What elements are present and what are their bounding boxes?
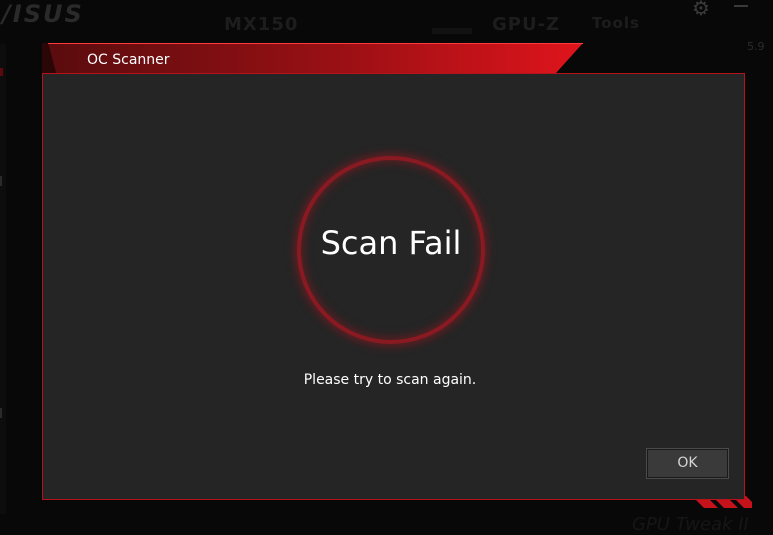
bg-nav-tools: Tools	[592, 14, 640, 32]
ok-button[interactable]: OK	[646, 448, 729, 479]
bg-gpu-name: MX150	[224, 14, 299, 35]
bg-left-mark	[0, 176, 2, 186]
scan-result-text: Scan Fail	[320, 224, 462, 262]
bg-right-number: 5.9	[747, 40, 765, 53]
dialog-title: OC Scanner	[87, 52, 170, 68]
bg-left-mark	[0, 68, 3, 76]
bg-corner-text: GPU Tweak II	[632, 514, 749, 535]
minimize-icon	[734, 5, 748, 7]
bg-nav-gpuz: GPU-Z	[492, 14, 561, 35]
gear-icon: ⚙	[692, 0, 710, 20]
bg-left-strip	[0, 44, 6, 514]
bg-nav-tab-placeholder	[432, 28, 472, 34]
bg-left-mark	[0, 408, 2, 418]
asus-logo: /ISUS	[2, 0, 84, 28]
scan-message: Please try to scan again.	[303, 372, 477, 388]
